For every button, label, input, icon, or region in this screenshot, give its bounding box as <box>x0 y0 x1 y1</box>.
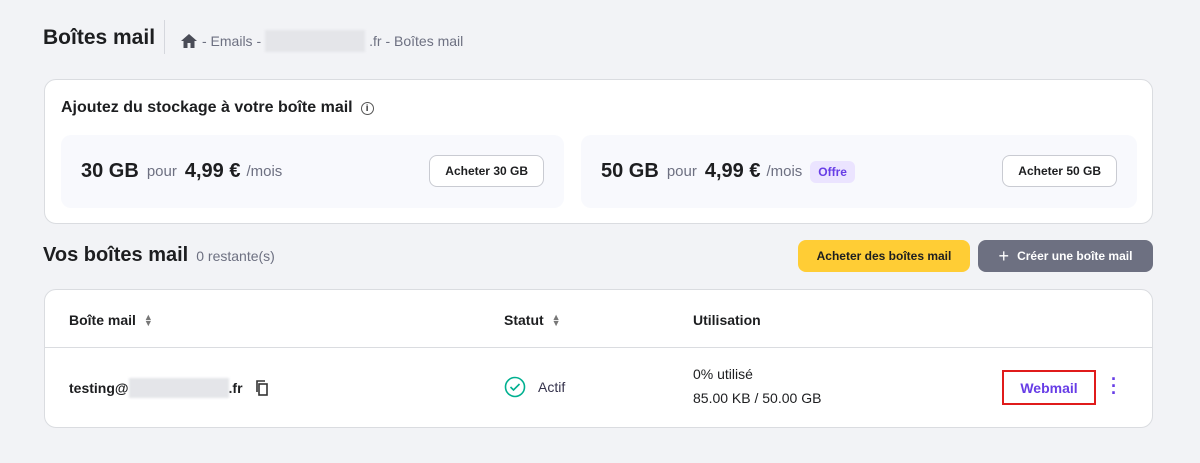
usage-percent: 0% utilisé <box>693 366 753 382</box>
buy-mailboxes-button[interactable]: Acheter des boîtes mail <box>798 240 970 272</box>
storage-title: Ajoutez du stockage à votre boîte mail <box>61 99 353 116</box>
storage-card: Ajoutez du stockage à votre boîte mail i … <box>44 79 1153 224</box>
offer-period: /mois <box>766 163 803 180</box>
offer-size: 50 GB <box>601 160 659 182</box>
offer-price: 4,99 € <box>704 160 761 182</box>
redacted-domain <box>128 378 229 398</box>
mailboxes-heading: Vos boîtes mail 0 restante(s) <box>43 244 275 267</box>
offer-pour: pour <box>666 163 697 180</box>
status-badge: Actif <box>504 376 565 398</box>
buy-50gb-button[interactable]: Acheter 50 GB <box>1002 155 1117 187</box>
page-title: Boîtes mail <box>43 26 156 49</box>
redacted-domain <box>265 30 366 52</box>
offer-period: /mois <box>246 163 283 180</box>
create-label: Créer une boîte mail <box>1017 249 1133 263</box>
sort-icon[interactable]: ▲ ▼ <box>144 313 153 328</box>
breadcrumb-emails[interactable]: - Emails - <box>202 33 261 49</box>
webmail-button[interactable]: Webmail <box>1002 370 1096 405</box>
breadcrumb-current: .fr - Boîtes mail <box>369 33 464 49</box>
column-usage: Utilisation <box>693 312 761 328</box>
divider <box>45 347 1152 348</box>
mailboxes-table: Boîte mail ▲ ▼ Statut ▲ ▼ Utilisation testin… <box>44 289 1153 428</box>
usage-amount: 85.00 KB / 50.00 GB <box>693 390 822 406</box>
offer-badge: Offre <box>810 160 855 183</box>
offer-size: 30 GB <box>81 160 139 182</box>
remaining-count: 0 restante(s) <box>196 248 275 264</box>
storage-offer-50: 50 GB pour 4,99 € /mois Offre Acheter 50… <box>581 135 1137 208</box>
divider <box>164 20 165 54</box>
storage-offer-30: 30 GB pour 4,99 € /mois Acheter 30 GB <box>61 135 564 208</box>
home-icon[interactable] <box>180 33 198 49</box>
sort-icon[interactable]: ▲ ▼ <box>552 313 561 328</box>
breadcrumb: - Emails - .fr - Boîtes mail <box>180 30 463 52</box>
copy-icon[interactable] <box>255 380 269 396</box>
section-title: Vos boîtes mail <box>43 244 189 266</box>
buy-30gb-button[interactable]: Acheter 30 GB <box>429 155 544 187</box>
offer-price: 4,99 € <box>184 160 241 182</box>
more-options-icon[interactable]: · · · <box>1111 370 1117 402</box>
offer-pour: pour <box>146 163 177 180</box>
create-mailbox-button[interactable]: + Créer une boîte mail <box>978 240 1153 272</box>
plus-icon: + <box>998 245 1010 266</box>
mailbox-email: testing@ .fr <box>69 378 269 398</box>
check-circle-icon <box>504 376 526 398</box>
info-icon[interactable]: i <box>360 102 374 115</box>
column-mailbox[interactable]: Boîte mail ▲ ▼ <box>69 312 153 328</box>
column-status[interactable]: Statut ▲ ▼ <box>504 312 561 328</box>
